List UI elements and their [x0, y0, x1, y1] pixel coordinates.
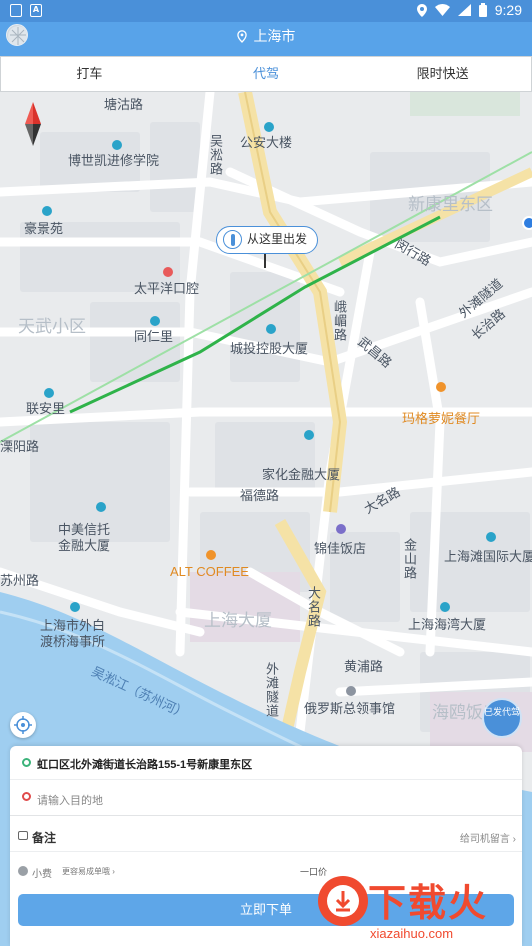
place-label: 太平洋口腔 [134, 281, 200, 296]
poi-marker [436, 382, 446, 392]
place-label: 家化金融大厦 [262, 467, 341, 482]
tip-icon [18, 866, 28, 876]
locate-me-button[interactable] [10, 712, 36, 738]
note-row[interactable]: 备注 给司机留言 › [10, 822, 522, 852]
watermark-url: xiazaihuo.com [370, 926, 454, 941]
destination-placeholder: 请输入目的地 [37, 795, 103, 807]
destination-row[interactable]: 请输入目的地 [10, 780, 522, 816]
place-label: 公安大楼 [240, 135, 293, 150]
status-bar: A 9:29 [0, 0, 532, 22]
road-label: 峨嵋路 [332, 300, 347, 342]
place-label: 新康里东区 [408, 195, 493, 214]
notification-icon [10, 4, 22, 17]
note-label: 备注 [32, 831, 57, 845]
tab-express-delivery[interactable]: 限时快送 [354, 57, 531, 91]
watermark: 下载火 xiazaihuo.com [316, 872, 532, 946]
title-bar: 上海市 [0, 22, 532, 56]
poi-marker [486, 532, 496, 542]
note-hint: 给司机留言 › [459, 834, 516, 845]
service-tabs: 打车 代驾 限时快送 [0, 56, 532, 92]
place-label: 天武小区 [18, 317, 86, 336]
poi-marker [44, 388, 54, 398]
current-city[interactable]: 上海市 [0, 26, 532, 46]
origin-address: 虹口区北外滩街道长治路155-1号新康里东区 [37, 759, 253, 771]
poi-marker [346, 686, 356, 696]
road-label: 外滩隧道 [264, 662, 279, 718]
poi-marker [206, 550, 216, 560]
destination-dot-icon [22, 792, 31, 801]
location-status-icon [416, 3, 427, 17]
tip-hint: 更容易成单哦 › [62, 867, 115, 876]
compass-icon[interactable] [24, 102, 42, 146]
place-label: 上海大厦 [204, 611, 272, 630]
start-point-pin[interactable]: 从这里出发 [216, 226, 318, 254]
road-label: 福德路 [240, 488, 280, 503]
app-notification-icon: A [30, 4, 42, 17]
poi-marker [150, 316, 160, 326]
road-label: 塘沽路 [104, 97, 144, 112]
active-order-badge[interactable]: 已发代驾 [482, 698, 522, 738]
tip-label: 小费 [32, 869, 52, 880]
person-icon [223, 230, 242, 249]
road-label: 大名路 [306, 586, 321, 628]
battery-icon [478, 3, 487, 17]
pin-stem [264, 254, 266, 268]
place-label: 联安里 [26, 401, 66, 416]
tab-taxi[interactable]: 打车 [1, 57, 178, 91]
poi-marker [42, 206, 52, 216]
poi-marker [70, 602, 80, 612]
road-label: 吴淞路 [208, 134, 223, 176]
place-label: 俄罗斯总领事馆 [304, 701, 396, 716]
city-label: 上海市 [253, 28, 296, 44]
place-label: ALT COFFEE [170, 564, 249, 579]
poi-marker [304, 430, 314, 440]
start-pin-label: 从这里出发 [247, 232, 308, 246]
road-label: 苏州路 [0, 573, 40, 588]
poi-marker [264, 122, 274, 132]
tab-designated-driver[interactable]: 代驾 [178, 57, 355, 91]
signal-icon [457, 4, 471, 16]
road-label: 金山路 [402, 538, 417, 580]
poi-marker [440, 602, 450, 612]
road-label: 黄浦路 [344, 659, 384, 674]
poi-marker [96, 502, 106, 512]
watermark-logo-icon [318, 876, 368, 926]
place-label: 玛格萝妮餐厅 [402, 411, 481, 426]
poi-marker [163, 267, 173, 277]
origin-row[interactable]: 虹口区北外滩街道长治路155-1号新康里东区 [10, 746, 522, 780]
place-label: 同仁里 [134, 329, 174, 344]
status-time: 9:29 [494, 2, 522, 18]
watermark-text: 下载火 [368, 883, 489, 925]
place-label: 中美信托金融大厦 [58, 522, 111, 553]
place-label: 豪景苑 [24, 221, 64, 236]
place-label: 上海海湾大厦 [408, 617, 487, 632]
poi-marker [112, 140, 122, 150]
road-label: 溧阳路 [0, 439, 40, 454]
note-icon [18, 831, 28, 840]
poi-marker [336, 524, 346, 534]
place-label: 城投控股大厦 [230, 341, 309, 356]
place-label: 上海市外白渡桥海事所 [40, 618, 106, 649]
place-label: 博世凯进修学院 [68, 153, 160, 168]
location-pin-icon [236, 30, 247, 43]
place-label: 上海滩国际大厦 [444, 549, 532, 564]
crosshair-icon [14, 716, 32, 734]
current-location-marker [522, 216, 532, 230]
wifi-icon [434, 4, 450, 16]
place-label: 锦佳饭店 [314, 541, 367, 556]
origin-dot-icon [22, 758, 31, 767]
poi-marker [266, 324, 276, 334]
